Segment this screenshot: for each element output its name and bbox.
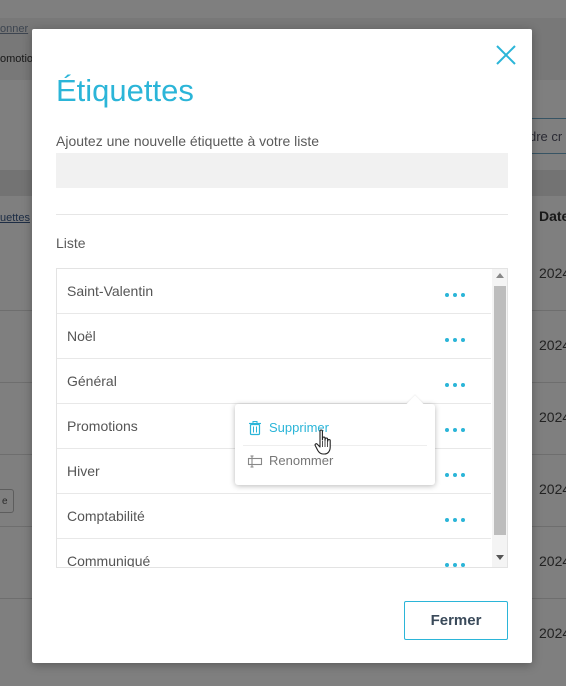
- list-caption: Liste: [56, 235, 86, 251]
- close-icon: [496, 45, 516, 65]
- more-dots-icon[interactable]: [443, 463, 471, 481]
- more-dots-icon[interactable]: [443, 508, 471, 526]
- more-dots-icon[interactable]: [443, 418, 471, 436]
- more-dots-icon[interactable]: [443, 328, 471, 346]
- rename-menu-label: Renommer: [269, 453, 334, 468]
- list-item-label: Comptabilité: [67, 508, 145, 524]
- new-label-input[interactable]: [56, 153, 508, 188]
- list-item: Saint-Valentin: [57, 269, 491, 314]
- list-item: Communiqué: [57, 539, 491, 568]
- more-dots-icon[interactable]: [443, 283, 471, 301]
- trash-icon: [249, 421, 261, 436]
- divider: [56, 214, 508, 215]
- rename-menu-item[interactable]: Renommer: [235, 442, 435, 480]
- list-item-label: Noël: [67, 328, 96, 344]
- list-item-label: Communiqué: [67, 553, 151, 568]
- list-item-label: Saint-Valentin: [67, 283, 154, 299]
- list-item-label: Hiver: [67, 463, 100, 479]
- list-item-label: Promotions: [67, 418, 138, 434]
- rename-icon: [247, 455, 263, 468]
- more-dots-icon[interactable]: [443, 373, 471, 391]
- scroll-up-arrow-icon[interactable]: [496, 273, 504, 278]
- list-item-label: Général: [67, 373, 117, 389]
- scroll-thumb[interactable]: [494, 286, 506, 535]
- more-dots-icon[interactable]: [443, 553, 471, 567]
- labels-modal: Étiquettes Ajoutez une nouvelle étiquett…: [32, 29, 532, 663]
- close-button[interactable]: [492, 41, 520, 69]
- list-item: Noël: [57, 314, 491, 359]
- label-context-menu: Supprimer Renommer: [235, 395, 435, 485]
- list-scrollbar[interactable]: [492, 269, 507, 567]
- close-modal-button[interactable]: Fermer: [404, 601, 508, 640]
- list-item: Général: [57, 359, 491, 404]
- delete-menu-label: Supprimer: [269, 420, 329, 435]
- scroll-down-arrow-icon[interactable]: [496, 555, 504, 560]
- list-item: Comptabilité: [57, 494, 491, 539]
- modal-title: Étiquettes: [56, 73, 194, 108]
- new-label-caption: Ajoutez une nouvelle étiquette à votre l…: [56, 133, 320, 149]
